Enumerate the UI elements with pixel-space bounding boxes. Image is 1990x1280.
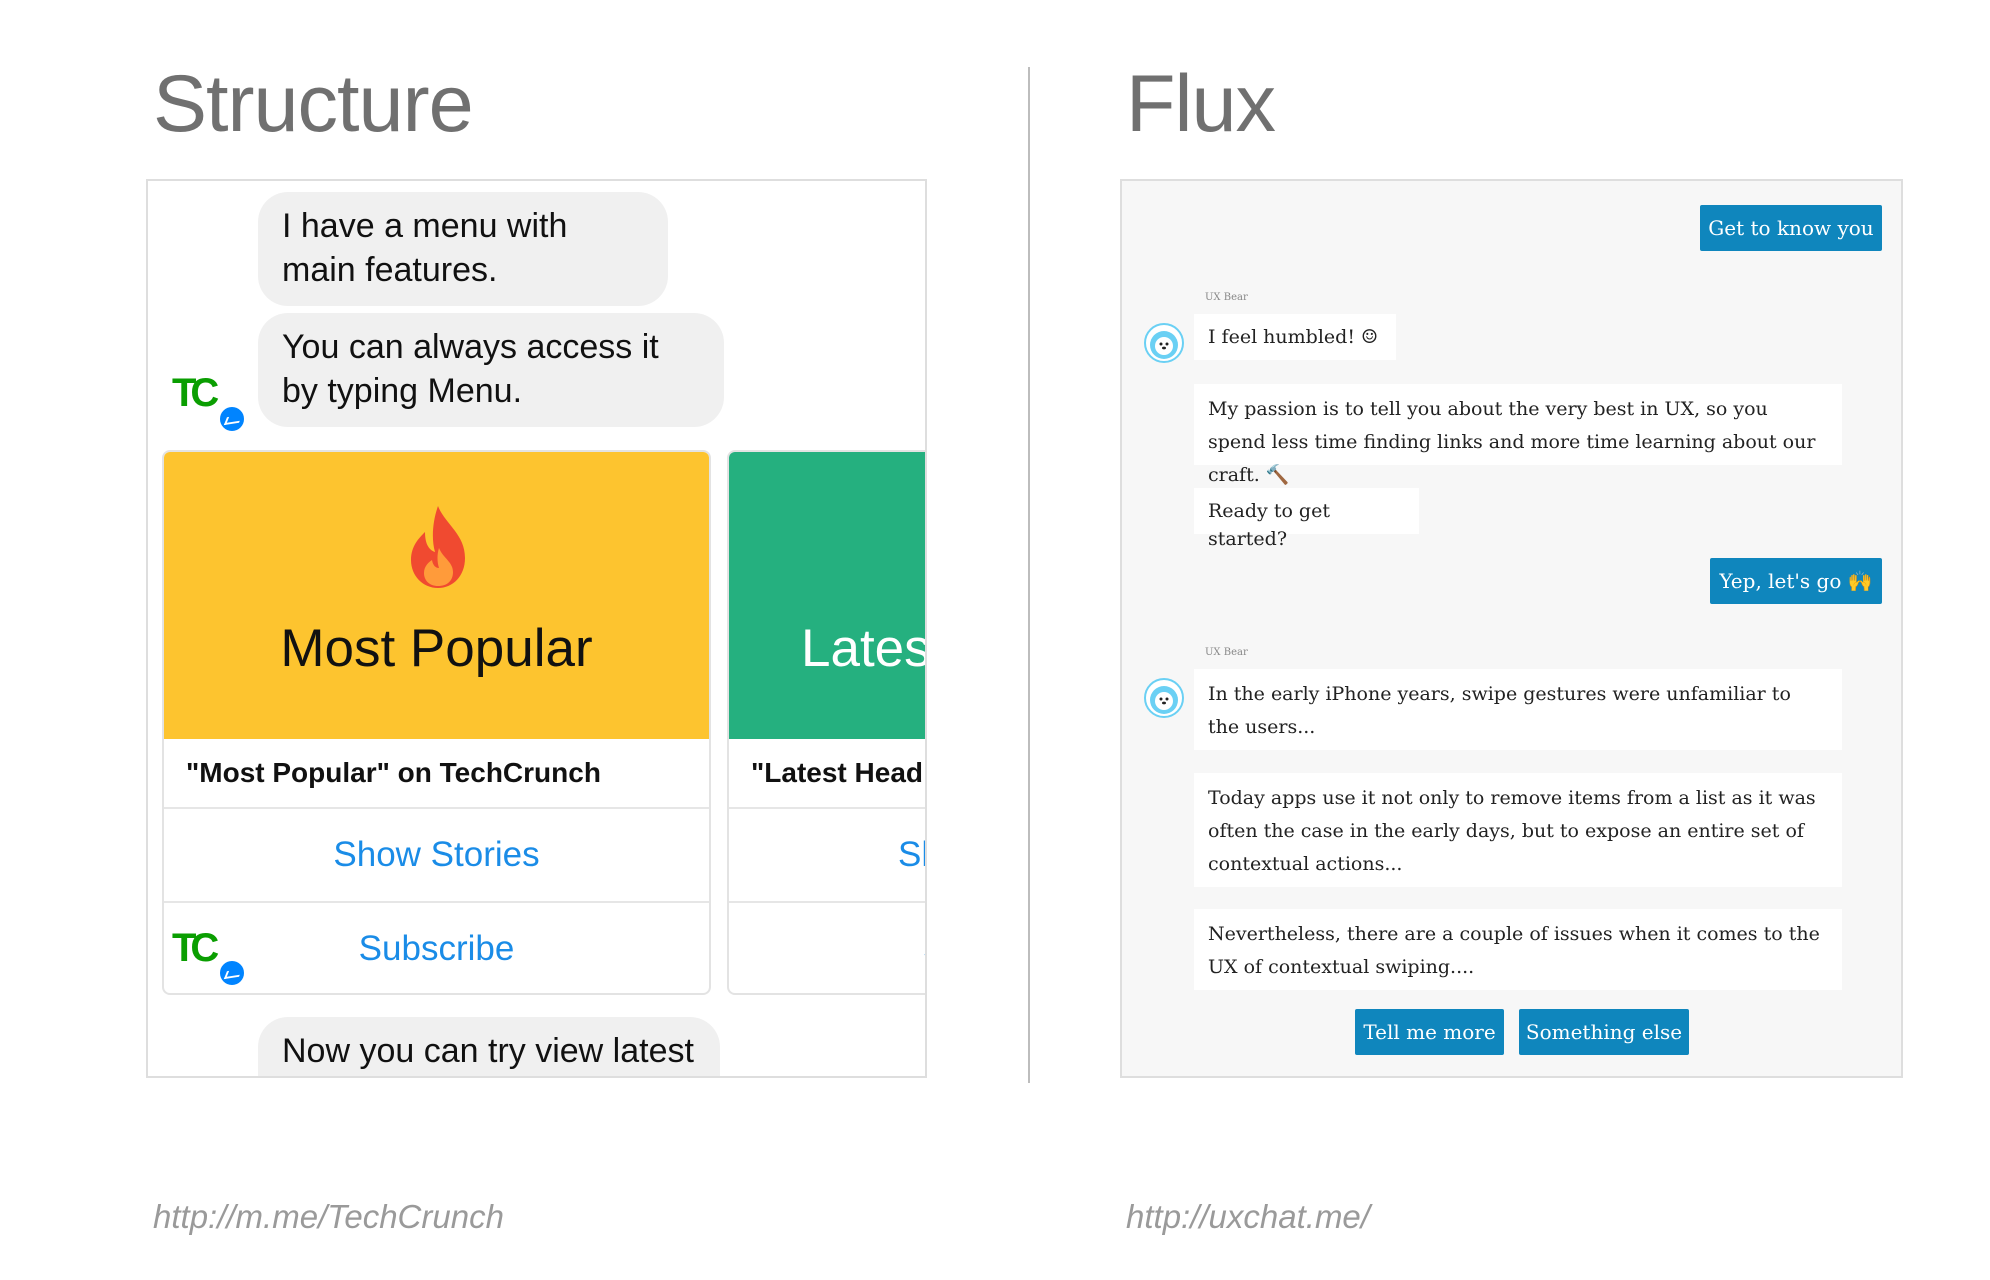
bot-message: In the early iPhone years, swipe gesture… <box>1194 669 1842 750</box>
sender-name: UX Bear <box>1205 647 1248 658</box>
techcrunch-avatar-icon: TC <box>172 371 219 415</box>
bot-message: Today apps use it not only to remove ite… <box>1194 773 1842 887</box>
bot-message-text: Today apps use it not only to remove ite… <box>1208 787 1816 875</box>
sender-name: UX Bear <box>1205 292 1248 303</box>
get-to-know-you-button[interactable]: Get to know you <box>1700 205 1882 251</box>
ux-bear-avatar-icon <box>1144 323 1184 363</box>
tell-me-more-button[interactable]: Tell me more <box>1355 1009 1504 1055</box>
bot-message-text: I feel humbled! ☺ <box>1208 326 1379 348</box>
section-divider <box>1028 67 1030 1083</box>
carousel-card-most-popular: Most Popular "Most Popular" on TechCrunc… <box>162 450 711 995</box>
card-hero-title: Lates <box>801 619 927 678</box>
yep-lets-go-button[interactable]: Yep, let's go 🙌 <box>1710 558 1882 604</box>
bot-message-bubble: You can always access it by typing Menu. <box>258 313 724 427</box>
bot-message-text: In the early iPhone years, swipe gesture… <box>1208 683 1791 738</box>
bot-message-bubble: Now you can try view latest <box>258 1017 720 1076</box>
messenger-chat-frame: I have a menu with main features. You ca… <box>146 179 927 1078</box>
card-caption: "Latest Head <box>729 739 925 809</box>
subscribe-button[interactable]: Subscribe <box>164 903 709 993</box>
subscribe-button[interactable]: S <box>729 903 925 993</box>
techcrunch-link[interactable]: http://m.me/TechCrunch <box>153 1198 504 1236</box>
messenger-badge-icon <box>218 959 246 987</box>
something-else-button[interactable]: Something else <box>1519 1009 1689 1055</box>
fire-icon <box>411 506 465 588</box>
card-hero-latest: Lates <box>729 452 927 739</box>
bot-message-text: My passion is to tell you about the very… <box>1208 398 1816 486</box>
bot-message: My passion is to tell you about the very… <box>1194 384 1842 486</box>
carousel-card-latest-headlines[interactable]: Lates "Latest Head Sh S <box>727 450 927 995</box>
card-caption: "Most Popular" on TechCrunch <box>164 739 709 809</box>
bot-message-text: Nevertheless, there are a couple of issu… <box>1208 923 1820 978</box>
uxchat-link[interactable]: http://uxchat.me/ <box>1126 1198 1370 1236</box>
show-stories-button[interactable]: Sh <box>729 809 925 903</box>
bot-message-text: Ready to get started? <box>1208 500 1330 550</box>
flux-title: Flux <box>1126 59 1276 149</box>
bot-message-bubble: I have a menu with main features. <box>258 192 668 306</box>
show-stories-button[interactable]: Show Stories <box>164 809 709 903</box>
ux-bear-avatar-icon <box>1144 678 1184 718</box>
structure-title: Structure <box>153 59 474 149</box>
card-hero-most-popular: Most Popular <box>164 452 709 739</box>
bot-message: I feel humbled! ☺ <box>1194 314 1396 360</box>
bot-message: Ready to get started? <box>1194 488 1419 550</box>
bot-message: Nevertheless, there are a couple of issu… <box>1194 909 1842 990</box>
messenger-badge-icon <box>218 405 246 433</box>
uxchat-frame: Get to know you UX Bear I feel humbled! … <box>1120 179 1903 1078</box>
card-hero-title: Most Popular <box>280 619 593 678</box>
